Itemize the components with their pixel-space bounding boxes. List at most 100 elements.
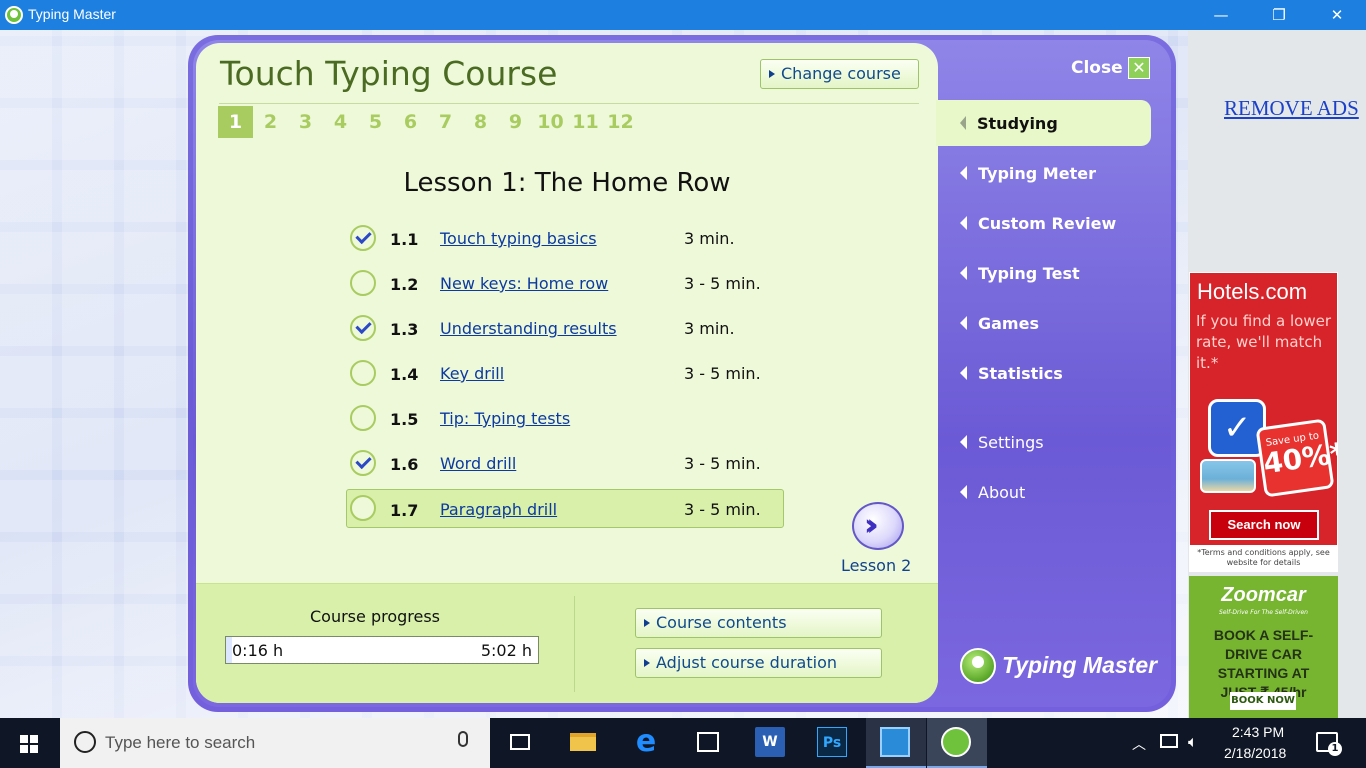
lesson-tab-3[interactable]: 3 [288,106,323,138]
exercise-link[interactable]: Word drill [440,454,516,473]
lesson-tab-5[interactable]: 5 [358,106,393,138]
nav-item-studying[interactable]: Studying [960,114,1058,133]
exercise-link[interactable]: Paragraph drill [440,500,557,519]
lesson-tab-11[interactable]: 11 [568,106,603,138]
clock-time[interactable]: 2:43 PM [1232,724,1284,740]
zoomcar-headline: BOOK A SELF-DRIVE CAR STARTING AT JUST ₹… [1213,627,1314,700]
lesson-tab-8[interactable]: 8 [463,106,498,138]
incomplete-circle-icon [350,270,376,296]
nav-item-typing-test[interactable]: Typing Test [960,264,1080,283]
exercise-link[interactable]: New keys: Home row [440,274,608,293]
lesson-heading: Lesson 1: The Home Row [403,168,731,198]
exercise-row[interactable]: 1.2 New keys: Home row 3 - 5 min. [346,261,784,306]
zoomcar-book-now-button[interactable]: BOOK NOW [1230,692,1296,710]
clock-date[interactable]: 2/18/2018 [1224,745,1286,761]
lesson-tab-7[interactable]: 7 [428,106,463,138]
exercise-row[interactable]: 1.7 Paragraph drill 3 - 5 min. [346,489,784,528]
nav-item-custom-review[interactable]: Custom Review [960,214,1116,233]
footer-divider [574,596,575,692]
hotels-terms: *Terms and conditions apply, see website… [1190,545,1337,571]
microphone-icon[interactable] [458,731,468,747]
completed-check-icon [350,225,376,251]
network-icon[interactable] [1160,734,1178,748]
island-photo-icon [1200,459,1256,493]
exercise-link[interactable]: Key drill [440,364,504,383]
exercise-row[interactable]: 1.1 Touch typing basics 3 min. [346,216,784,261]
lesson-tab-12[interactable]: 12 [603,106,638,138]
lesson-tab-10[interactable]: 10 [533,106,568,138]
exercise-row[interactable]: 1.5 Tip: Typing tests [346,396,784,441]
exercise-row[interactable]: 1.6 Word drill 3 - 5 min. [346,441,784,486]
chevron-left-icon [960,116,966,130]
exercise-link[interactable]: Understanding results [440,319,617,338]
exercise-number: 1.6 [390,455,419,474]
nav-item-statistics[interactable]: Statistics [960,364,1063,383]
next-lesson-label[interactable]: Lesson 2 [841,556,911,575]
exercise-list: 1.1 Touch typing basics 3 min. 1.2 New keys:… [346,216,784,528]
remove-ads-link[interactable]: REMOVE ADS [1224,96,1359,121]
word-icon[interactable]: W [755,727,785,757]
taskbar: Type here to search e W Ps ︿ 🔈︎ 2:43 PM … [0,718,1366,768]
adjust-course-duration-button[interactable]: Adjust course duration [635,648,882,678]
course-contents-button[interactable]: Course contents [635,608,882,638]
course-progress-label: Course progress [310,607,441,626]
lesson-tab-9[interactable]: 9 [498,106,533,138]
header-divider [219,103,919,104]
chevron-left-icon [960,166,967,180]
course-title: Touch Typing Course [220,54,558,93]
chevron-left-icon [960,316,967,330]
nav-item-settings[interactable]: Settings [960,433,1044,452]
exercise-number: 1.1 [390,230,419,249]
progress-elapsed: 0:16 h [232,641,284,660]
course-progress-bar: 0:16 h 5:02 h [225,636,539,664]
close-icon[interactable]: ✕ [1128,57,1150,79]
exercise-link[interactable]: Tip: Typing tests [440,409,570,428]
file-explorer-icon[interactable] [568,727,598,757]
edge-icon[interactable]: e [631,727,661,757]
exercise-row[interactable]: 1.3 Understanding results 3 min. [346,306,784,351]
hotels-ad[interactable]: Hotels.com If you find a lower rate, we'… [1189,272,1338,572]
chevron-left-icon [960,485,967,499]
chevron-left-icon [960,366,967,380]
task-view-icon[interactable] [505,727,535,757]
network-app-taskbar-button[interactable] [866,718,926,768]
taskbar-search-box[interactable]: Type here to search [60,718,490,768]
hotels-search-now-button[interactable]: Search now [1209,510,1319,540]
progress-total: 5:02 h [480,641,532,660]
nav-item-about[interactable]: About [960,483,1025,502]
lesson-tab-1[interactable]: 1 [218,106,253,138]
nav-item-label: Typing Test [978,264,1080,283]
nav-item-typing-meter[interactable]: Typing Meter [960,164,1096,183]
volume-icon[interactable]: 🔈︎ [1188,732,1198,752]
start-button[interactable] [0,718,60,768]
exercise-duration: 3 - 5 min. [684,454,761,473]
zoomcar-ad[interactable]: Zoomcar Self-Drive For The Self-Driven B… [1189,576,1338,718]
title-bar: Typing Master — ❐ ✕ [0,0,1366,30]
exercise-duration: 3 - 5 min. [684,364,761,383]
close-button[interactable]: Close [1071,58,1123,78]
close-window-button[interactable]: ✕ [1308,0,1366,30]
exercise-duration: 3 - 5 min. [684,500,761,519]
lesson-tab-2[interactable]: 2 [253,106,288,138]
action-center-icon[interactable]: 1 [1316,732,1342,756]
lesson-tab-6[interactable]: 6 [393,106,428,138]
save-badge: Save up to 40%* [1255,418,1337,498]
exercise-duration: 3 min. [684,319,735,338]
change-course-button[interactable]: Change course [760,59,919,89]
nav-item-label: Typing Meter [978,164,1096,183]
typing-master-taskbar-button[interactable] [927,718,987,768]
typing-master-logo-icon [960,648,996,684]
chevron-up-icon[interactable]: ︿ [1132,734,1146,754]
window-title: Typing Master [28,6,116,22]
minimize-button[interactable]: — [1192,0,1250,30]
nav-item-games[interactable]: Games [960,314,1039,333]
exercise-row[interactable]: 1.4 Key drill 3 - 5 min. [346,351,784,396]
store-icon[interactable] [693,727,723,757]
exercise-number: 1.7 [390,501,419,520]
photoshop-icon[interactable]: Ps [817,727,847,757]
lesson-tab-4[interactable]: 4 [323,106,358,138]
next-lesson-button[interactable]: ›› [852,502,904,550]
exercise-number: 1.5 [390,410,419,429]
exercise-link[interactable]: Touch typing basics [440,229,597,248]
maximize-button[interactable]: ❐ [1250,0,1308,30]
